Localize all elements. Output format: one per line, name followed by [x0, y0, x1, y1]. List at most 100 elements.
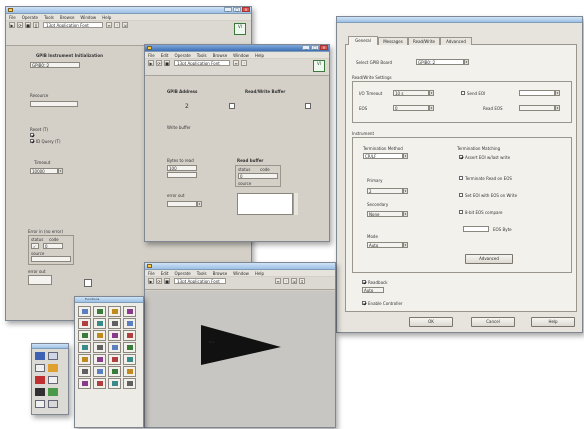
eos-byte-field[interactable]	[463, 226, 489, 232]
menu-window[interactable]: Window	[80, 15, 96, 20]
menu-tools[interactable]: Tools	[197, 271, 207, 276]
string-icon[interactable]	[123, 306, 136, 317]
position-tool-icon[interactable]	[48, 352, 58, 360]
run-arrow-icon[interactable]: ▶	[148, 60, 154, 66]
menu-operate[interactable]: Operate	[174, 53, 190, 58]
write-buffer-field[interactable]	[167, 172, 197, 178]
menu-tools[interactable]: Tools	[197, 53, 207, 58]
ring-icon[interactable]	[123, 378, 136, 389]
align-icon[interactable]: ≡	[233, 60, 239, 66]
distribute-icon[interactable]: ⋮	[114, 22, 120, 28]
tab-general[interactable]: General	[348, 36, 378, 45]
abort-icon[interactable]: ■	[164, 278, 170, 284]
close-icon[interactable]: ×	[242, 7, 250, 12]
menu-help[interactable]: Help	[255, 53, 264, 58]
reset-checkbox[interactable]	[30, 133, 34, 137]
distribute-icon[interactable]: ⋮	[283, 278, 289, 284]
run-continuous-icon[interactable]: ⟳	[156, 60, 162, 66]
run-continuous-icon[interactable]: ⟳	[17, 22, 23, 28]
graphics-icon[interactable]	[78, 354, 91, 365]
wire-tool-icon[interactable]	[48, 364, 58, 372]
interface-dropdown-icon[interactable]: ▾	[464, 59, 469, 65]
interface-select[interactable]: GPIB0::2	[416, 59, 464, 65]
run-continuous-icon[interactable]: ⟳	[156, 278, 162, 284]
timeout-field[interactable]: 10000	[30, 168, 58, 174]
knob-icon[interactable]	[229, 103, 235, 109]
controls-icon[interactable]	[78, 378, 91, 389]
code-field[interactable]: 0	[238, 173, 278, 179]
numeric-icon[interactable]	[93, 306, 106, 317]
code-field[interactable]: 0	[43, 243, 63, 249]
primary-address-field[interactable]: 2	[367, 188, 403, 194]
probe-tool-icon[interactable]	[48, 376, 58, 384]
eos-stepper[interactable]: ▾	[429, 105, 434, 111]
menu-help[interactable]: Help	[102, 15, 111, 20]
abort-icon[interactable]: ■	[25, 22, 31, 28]
menu-window[interactable]: Window	[233, 53, 249, 58]
palette-titlebar[interactable]: Functions	[75, 297, 143, 303]
menu-edit[interactable]: Edit	[161, 53, 169, 58]
gpib-address-field[interactable]: GPIB0::2	[30, 62, 80, 68]
maximize-icon[interactable]: □	[233, 7, 241, 12]
menu-tools[interactable]: Tools	[44, 15, 54, 20]
run-arrow-large-icon[interactable]: Run	[145, 291, 335, 427]
run-arrow-icon[interactable]: ▶	[148, 278, 154, 284]
mode-field[interactable]: Auto	[367, 242, 403, 248]
id-query-checkbox[interactable]	[30, 139, 34, 143]
shortcut-menu-icon[interactable]	[48, 400, 58, 408]
menu-file[interactable]: File	[148, 271, 155, 276]
minimize-icon[interactable]: _	[302, 45, 310, 50]
breakpoint-tool-icon[interactable]	[35, 388, 45, 396]
application-control-icon[interactable]	[108, 354, 121, 365]
send-eoi-stepper[interactable]: ▾	[555, 90, 560, 96]
tools-titlebar[interactable]	[32, 344, 68, 349]
array-icon[interactable]	[78, 318, 91, 329]
align-icon[interactable]: ≡	[275, 278, 281, 284]
minimize-icon[interactable]: _	[224, 7, 232, 12]
operate-tool-icon[interactable]	[35, 352, 45, 360]
option-checkbox-3[interactable]	[459, 193, 463, 197]
resize-icon[interactable]: ⇲	[122, 22, 128, 28]
analyze-icon[interactable]	[78, 342, 91, 353]
send-eoi-checkbox[interactable]	[461, 91, 465, 95]
resource-field[interactable]	[30, 101, 78, 107]
daq-icon[interactable]	[108, 330, 121, 341]
menu-operate[interactable]: Operate	[22, 15, 38, 20]
secondary-address-field[interactable]: None	[367, 211, 403, 217]
pause-icon[interactable]: ‖	[33, 22, 39, 28]
dialog-icon[interactable]	[78, 330, 91, 341]
send-eoi-field[interactable]	[519, 90, 555, 96]
structures-icon[interactable]	[78, 306, 91, 317]
ok-button[interactable]: OK	[409, 317, 453, 327]
window-c-titlebar[interactable]	[145, 263, 335, 270]
cancel-button[interactable]: Cancel	[471, 317, 515, 327]
help-button[interactable]: Help	[531, 317, 575, 327]
cluster-icon[interactable]	[93, 318, 106, 329]
abort-icon[interactable]: ■	[164, 60, 170, 66]
source-field[interactable]	[31, 256, 71, 262]
advanced-icon[interactable]	[78, 366, 91, 377]
menu-window[interactable]: Window	[233, 271, 249, 276]
window-b-titlebar[interactable]: _ □ ×	[145, 45, 329, 52]
motion-icon[interactable]	[108, 342, 121, 353]
close-icon[interactable]: ×	[320, 45, 328, 50]
mode-stepper[interactable]: ▾	[403, 242, 408, 248]
termination-method-select[interactable]: CR/LF	[363, 153, 403, 159]
read-eos-field[interactable]	[519, 105, 555, 111]
read-buffer-scrollbar[interactable]	[293, 193, 298, 215]
scroll-tool-icon[interactable]	[48, 388, 58, 396]
timing-icon[interactable]	[123, 318, 136, 329]
get-color-icon[interactable]	[35, 400, 45, 408]
font-selector[interactable]: 13pt Application Font	[174, 60, 230, 66]
primary-address-stepper[interactable]: ▾	[403, 188, 408, 194]
secondary-address-stepper[interactable]: ▾	[403, 211, 408, 217]
timeout-stepper[interactable]: ▾	[58, 168, 63, 174]
menu-help[interactable]: Help	[255, 271, 264, 276]
tab-advanced[interactable]: Advanced	[440, 37, 472, 45]
indicators-icon[interactable]	[93, 378, 106, 389]
boolean-icon[interactable]	[108, 306, 121, 317]
window-a-titlebar[interactable]: _ □ ×	[6, 7, 251, 14]
graph-icon[interactable]	[108, 378, 121, 389]
advanced-button[interactable]: Advanced	[465, 254, 513, 264]
menu-browse[interactable]: Browse	[60, 15, 75, 20]
